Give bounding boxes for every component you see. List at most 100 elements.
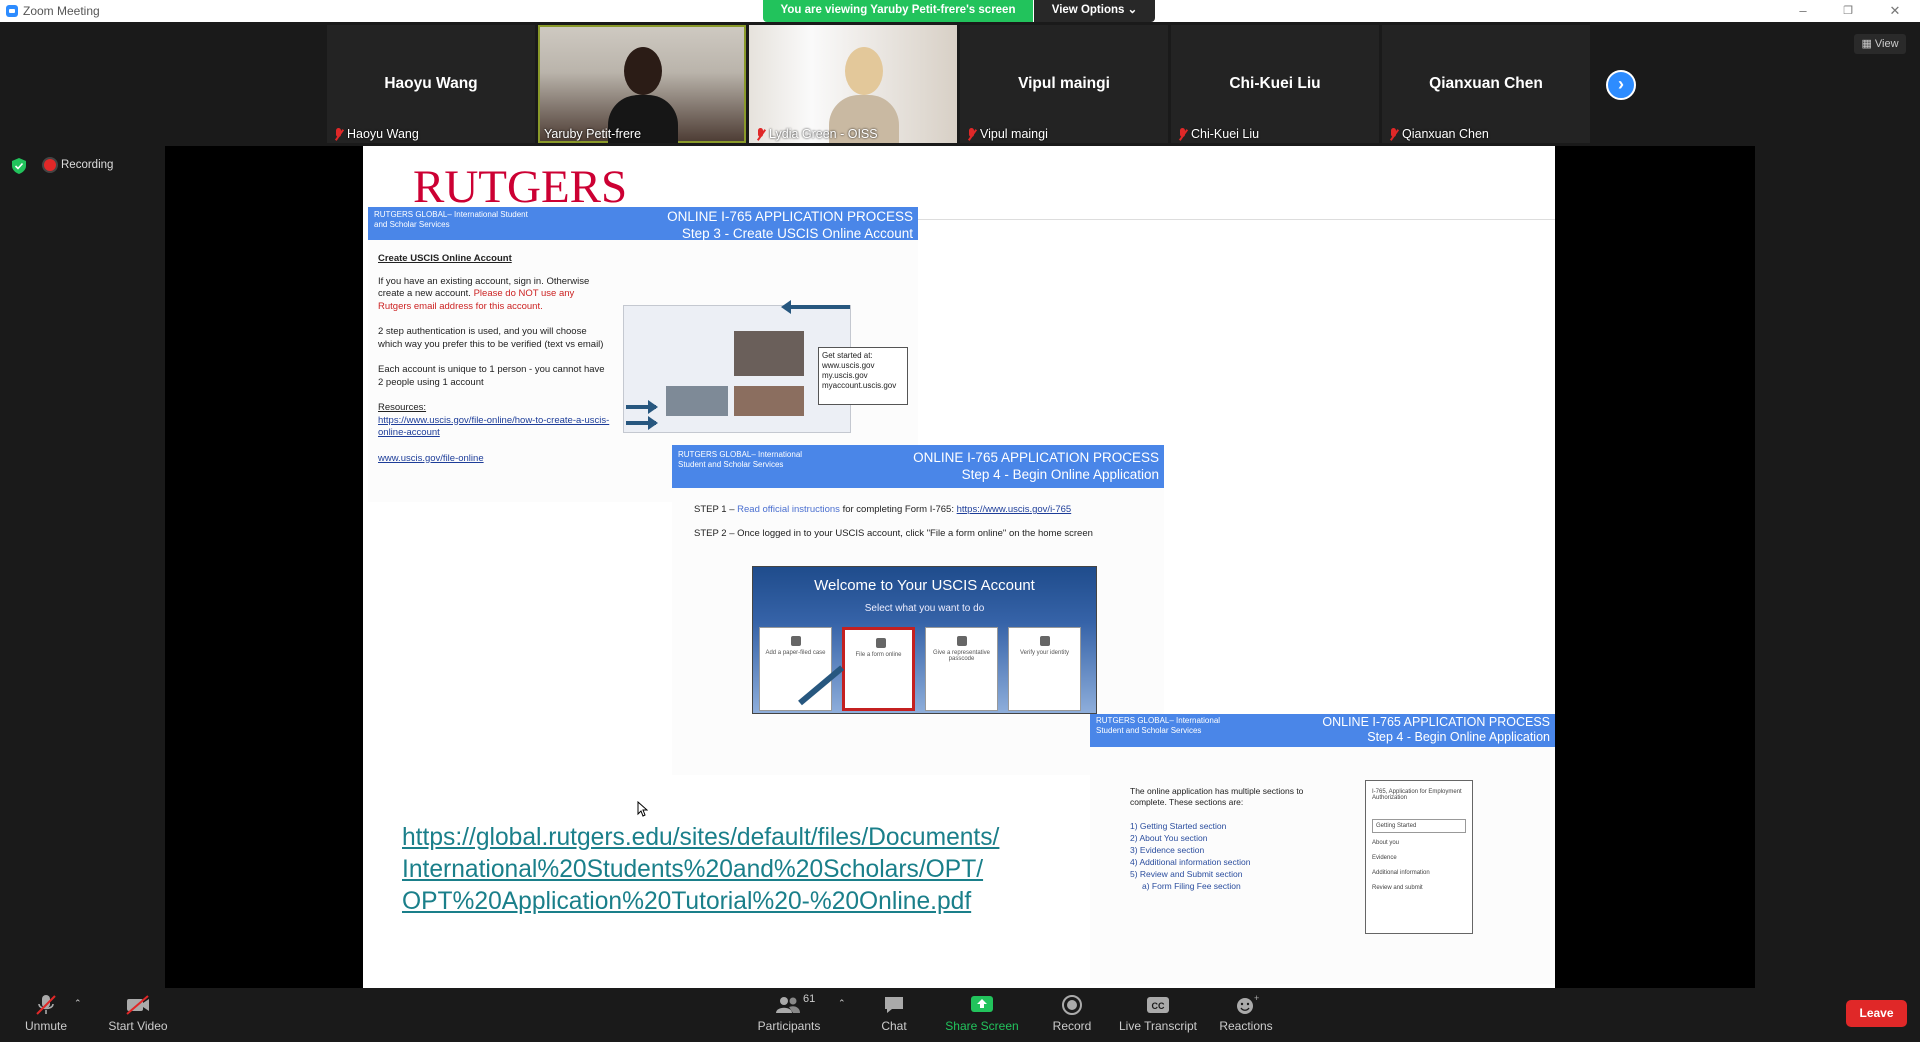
- step2-text: STEP 2 – Once logged in to your USCIS ac…: [694, 528, 1093, 539]
- start-video-button[interactable]: Start Video: [104, 994, 172, 1038]
- meeting-toolbar: Unmute ⌃ Start Video Participants 61 ⌃ C…: [0, 988, 1920, 1042]
- next-page-arrow-icon[interactable]: ›: [1606, 70, 1636, 100]
- section-item: 4) Additional information section: [1130, 857, 1251, 867]
- resource-link[interactable]: www.uscis.gov/file-online: [378, 453, 610, 466]
- sidebar-item: Additional information: [1372, 870, 1430, 876]
- participant-tile[interactable]: Vipul maingi Vipul maingi: [960, 25, 1168, 143]
- chat-icon: [885, 997, 903, 1013]
- sidebar-item: About you: [1372, 840, 1400, 846]
- sidebar-item: Getting Started: [1372, 819, 1466, 833]
- participant-name-large: Vipul maingi: [1018, 75, 1110, 92]
- participant-tile[interactable]: Qianxuan Chen Qianxuan Chen: [1382, 25, 1590, 143]
- share-screen-icon: [971, 996, 993, 1012]
- uscis-subtitle: Select what you want to do: [864, 603, 985, 614]
- get-started-item: myaccount.uscis.gov: [822, 381, 897, 390]
- share-screen-label: Share Screen: [945, 1019, 1019, 1033]
- resource-link[interactable]: https://www.uscis.gov/file-online/how-to…: [378, 415, 610, 440]
- recording-indicator[interactable]: Recording: [44, 159, 113, 171]
- get-started-box: Get started at: www.uscis.gov my.uscis.g…: [818, 347, 908, 405]
- participant-tile[interactable]: Lydia Green - OISS: [749, 25, 957, 143]
- video-off-icon: [126, 995, 149, 1015]
- section-item: 5) Review and Submit section: [1130, 869, 1243, 879]
- arrow-icon: [626, 400, 658, 414]
- svg-text:CC: CC: [1152, 1001, 1165, 1011]
- participant-label: Haoyu Wang: [347, 127, 419, 141]
- panel-paragraph: Each account is unique to 1 person - you…: [378, 364, 605, 388]
- participant-name-large: Chi-Kuei Liu: [1229, 75, 1321, 92]
- panel-header-title: ONLINE I-765 APPLICATION PROCESS: [913, 450, 1159, 465]
- panel-paragraph: 2 step authentication is used, and you w…: [378, 326, 604, 350]
- reactions-label: Reactions: [1219, 1019, 1273, 1033]
- reactions-button[interactable]: + Reactions: [1216, 994, 1276, 1038]
- muted-mic-icon: [966, 127, 976, 141]
- application-sidebar-screenshot: I-765, Application for Employment Author…: [1365, 780, 1473, 934]
- uscis-card: Verify your identity: [1008, 627, 1081, 711]
- view-label: View: [1874, 38, 1899, 50]
- encryption-shield-icon[interactable]: [12, 158, 26, 174]
- closed-caption-icon: CC: [1147, 997, 1169, 1013]
- recording-label: Recording: [61, 159, 114, 171]
- record-icon: [1062, 995, 1082, 1015]
- step1-highlight: Read official instructions: [737, 504, 840, 515]
- participant-tile[interactable]: Haoyu Wang Haoyu Wang: [327, 25, 535, 143]
- get-started-title: Get started at:: [822, 351, 873, 360]
- live-transcript-button[interactable]: CC Live Transcript: [1116, 994, 1200, 1038]
- restore-icon[interactable]: ❐: [1838, 4, 1858, 17]
- muted-mic-icon: [1388, 127, 1398, 141]
- sections-intro: The online application has multiple sect…: [1130, 786, 1304, 807]
- section-item: 2) About You section: [1130, 833, 1208, 843]
- step1-link[interactable]: https://www.uscis.gov/i-765: [957, 504, 1072, 515]
- participants-label: Participants: [757, 1019, 821, 1033]
- view-layout-button[interactable]: ▦ View: [1854, 34, 1906, 54]
- participant-label: Vipul maingi: [980, 127, 1048, 141]
- sidebar-title: I-765, Application for Employment Author…: [1372, 789, 1462, 801]
- participant-name-large: Haoyu Wang: [384, 75, 478, 92]
- muted-mic-icon: [36, 995, 56, 1015]
- record-label: Record: [1052, 1019, 1092, 1033]
- participants-icon: [776, 997, 800, 1013]
- get-started-item: my.uscis.gov: [822, 371, 868, 380]
- close-icon[interactable]: ✕: [1885, 3, 1905, 19]
- unmute-button[interactable]: Unmute: [18, 994, 74, 1038]
- resources-heading: Resources:: [378, 402, 427, 413]
- muted-mic-icon: [755, 127, 765, 141]
- mouse-cursor-icon: [637, 801, 648, 817]
- participant-tile[interactable]: Chi-Kuei Liu Chi-Kuei Liu: [1171, 25, 1379, 143]
- panel-subtitle: Create USCIS Online Account: [378, 253, 512, 264]
- share-screen-button[interactable]: Share Screen: [942, 994, 1022, 1038]
- svg-text:+: +: [1254, 994, 1259, 1003]
- participant-tile-active-speaker[interactable]: Yaruby Petit-frere: [538, 25, 746, 143]
- muted-mic-icon: [333, 127, 343, 141]
- record-dot-icon: [44, 159, 56, 171]
- record-button[interactable]: Record: [1046, 994, 1098, 1038]
- uscis-card-selected: File a form online: [842, 627, 915, 711]
- panel-header: RUTGERS GLOBAL– International Student an…: [368, 207, 918, 241]
- window-title: Zoom Meeting: [23, 4, 100, 18]
- participant-label: Chi-Kuei Liu: [1191, 127, 1260, 141]
- sidebar-item: Review and submit: [1372, 885, 1423, 891]
- reactions-smiley-icon: +: [1237, 994, 1259, 1014]
- panel-header: RUTGERS GLOBAL– International Student an…: [672, 445, 1164, 488]
- panel-header-org: RUTGERS GLOBAL– International Student an…: [374, 210, 528, 229]
- arrow-icon: [626, 416, 658, 430]
- zoom-logo-icon: [6, 5, 18, 17]
- chat-button[interactable]: Chat: [870, 994, 918, 1038]
- participant-label: Lydia Green - OISS: [769, 127, 878, 141]
- minimize-icon[interactable]: –: [1793, 3, 1813, 18]
- section-item: a) Form Filing Fee section: [1142, 881, 1241, 891]
- section-item: 1) Getting Started section: [1130, 821, 1227, 831]
- leave-meeting-button[interactable]: Leave: [1846, 1000, 1907, 1027]
- view-options-button[interactable]: View Options ⌄: [1034, 0, 1155, 22]
- uscis-welcome-title: Welcome to Your USCIS Account: [814, 577, 1035, 594]
- tutorial-pdf-link[interactable]: https://global.rutgers.edu/sites/default…: [402, 822, 1002, 918]
- live-transcript-label: Live Transcript: [1118, 1019, 1198, 1033]
- panel-header-step: Step 4 - Begin Online Application: [961, 467, 1159, 482]
- arrow-icon: [781, 300, 850, 314]
- sidebar-item: Evidence: [1372, 855, 1397, 861]
- participant-label: Qianxuan Chen: [1402, 127, 1489, 141]
- muted-mic-icon: [1177, 127, 1187, 141]
- panel-header-step: Step 4 - Begin Online Application: [1367, 730, 1550, 744]
- step1-text: for completing Form I-765:: [842, 504, 954, 515]
- audio-options-caret-icon[interactable]: ⌃: [74, 998, 82, 1009]
- participants-caret-icon[interactable]: ⌃: [838, 998, 846, 1009]
